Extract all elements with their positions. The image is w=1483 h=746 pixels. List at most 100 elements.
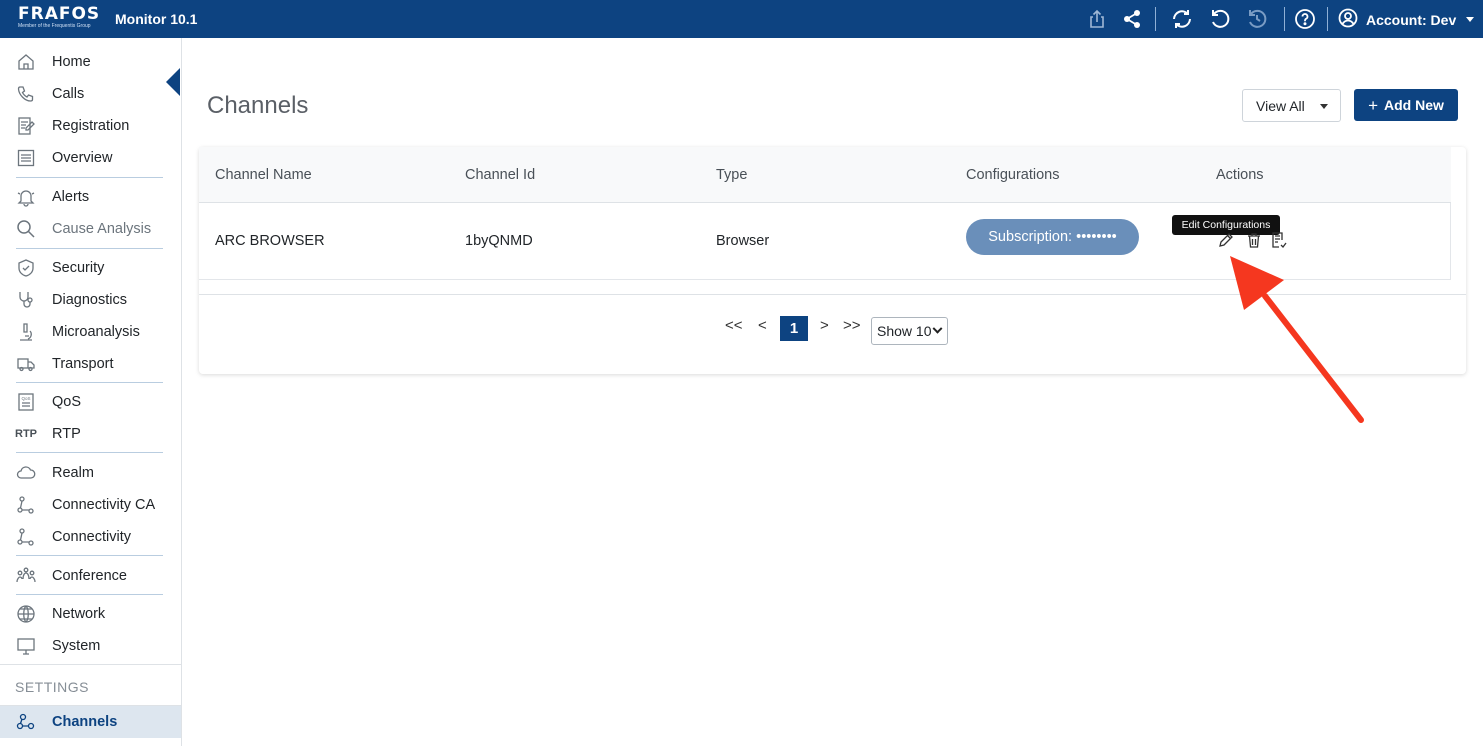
sidebar-item-qos[interactable]: QoS QoS bbox=[0, 386, 181, 418]
chevron-down-icon bbox=[1320, 104, 1328, 109]
checklist-icon[interactable] bbox=[1270, 231, 1288, 249]
sidebar-divider bbox=[16, 177, 163, 178]
sidebar-item-channels[interactable]: Channels bbox=[0, 706, 181, 738]
toolbar-divider bbox=[1327, 7, 1328, 31]
globe-icon bbox=[0, 604, 52, 624]
pager-current-page[interactable]: 1 bbox=[780, 316, 808, 341]
view-all-label: View All bbox=[1256, 97, 1305, 114]
sidebar-item-connectivity-ca[interactable]: Connectivity CA bbox=[0, 489, 181, 521]
help-icon[interactable] bbox=[1294, 8, 1316, 30]
column-header[interactable]: Configurations bbox=[966, 167, 1060, 183]
pager-next[interactable]: > bbox=[820, 317, 829, 334]
sidebar-item-label: QoS bbox=[52, 394, 82, 410]
chevron-down-icon bbox=[1466, 17, 1475, 22]
rtp-icon-text: RTP bbox=[15, 428, 37, 440]
sidebar-item-cause-analysis[interactable]: Cause Analysis bbox=[0, 213, 181, 245]
logo-text: FRAFOS bbox=[18, 4, 101, 24]
phone-icon bbox=[0, 84, 52, 104]
sidebar-item-label: Alerts bbox=[52, 189, 90, 205]
sidebar-item-security[interactable]: Security bbox=[0, 252, 181, 284]
channel-id-cell: 1byQNMD bbox=[465, 233, 533, 249]
sidebar: Home Calls Registration Overview Alerts … bbox=[0, 38, 182, 746]
pager-first[interactable]: << bbox=[725, 317, 743, 334]
export-icon[interactable] bbox=[1086, 8, 1108, 30]
sidebar-divider bbox=[16, 594, 163, 595]
sidebar-item-transport[interactable]: Transport bbox=[0, 348, 181, 380]
sidebar-item-system[interactable]: System bbox=[0, 630, 181, 662]
sidebar-item-label: Home bbox=[52, 54, 91, 70]
page-size-select[interactable]: Show 10 bbox=[871, 317, 948, 345]
refresh-icon[interactable] bbox=[1209, 8, 1231, 30]
sidebar-item-label: Network bbox=[52, 606, 106, 622]
sidebar-item-label: Channels bbox=[52, 714, 118, 730]
sidebar-item-label: RTP bbox=[52, 426, 81, 442]
pager-prev[interactable]: < bbox=[758, 317, 767, 334]
sidebar-item-label: Diagnostics bbox=[52, 292, 127, 308]
rtp-icon: RTP bbox=[0, 428, 52, 440]
card-footer-divider bbox=[199, 294, 1466, 295]
channel-name-cell: ARC BROWSER bbox=[215, 233, 325, 249]
sidebar-item-label: Realm bbox=[52, 465, 94, 481]
chevron-down-icon bbox=[932, 323, 943, 334]
logo-subtext: Member of the Frequentis Group bbox=[18, 23, 91, 29]
sidebar-item-label: Registration bbox=[52, 118, 130, 134]
sidebar-item-connectivity[interactable]: Connectivity bbox=[0, 521, 181, 553]
sidebar-item-home[interactable]: Home bbox=[0, 46, 181, 78]
add-new-label: Add New bbox=[1384, 97, 1444, 113]
sidebar-item-alerts[interactable]: Alerts bbox=[0, 181, 181, 213]
account-label: Account: Dev bbox=[1366, 11, 1457, 28]
sidebar-collapse-toggle[interactable] bbox=[166, 68, 180, 96]
channels-card: Channel Name Channel Id Type Configurati… bbox=[199, 147, 1466, 374]
cloud-icon bbox=[0, 463, 52, 483]
svg-text:QoS: QoS bbox=[21, 396, 30, 401]
monitor-icon bbox=[0, 636, 52, 656]
sidebar-item-diagnostics[interactable]: Diagnostics bbox=[0, 284, 181, 316]
sidebar-item-label: System bbox=[52, 638, 101, 654]
column-header[interactable]: Channel Id bbox=[465, 167, 535, 183]
sidebar-item-network[interactable]: Network bbox=[0, 598, 181, 630]
configuration-pill[interactable]: Subscription: •••••••• bbox=[966, 219, 1139, 255]
sync-icon[interactable] bbox=[1171, 8, 1193, 30]
column-header[interactable]: Type bbox=[716, 167, 747, 183]
channels-table: Channel Name Channel Id Type Configurati… bbox=[199, 147, 1451, 280]
qos-icon: QoS bbox=[0, 392, 52, 412]
connectivity-icon bbox=[0, 495, 52, 515]
column-header[interactable]: Channel Name bbox=[215, 167, 312, 183]
table-header: Channel Name Channel Id Type Configurati… bbox=[199, 147, 1451, 203]
sidebar-divider bbox=[16, 555, 163, 556]
share-icon[interactable] bbox=[1121, 8, 1143, 30]
channel-type-cell: Browser bbox=[716, 233, 770, 249]
user-circle-icon bbox=[1338, 8, 1358, 31]
sidebar-item-label: Security bbox=[52, 260, 105, 276]
trash-icon[interactable] bbox=[1245, 231, 1263, 249]
sidebar-item-calls[interactable]: Calls bbox=[0, 78, 181, 110]
account-menu[interactable]: Account: Dev bbox=[1338, 8, 1475, 31]
sidebar-item-label: Conference bbox=[52, 568, 127, 584]
sidebar-divider bbox=[16, 452, 163, 453]
view-all-dropdown[interactable]: View All bbox=[1242, 89, 1341, 122]
pager-last[interactable]: >> bbox=[843, 317, 861, 334]
sidebar-item-label: Connectivity bbox=[52, 529, 131, 545]
sidebar-item-registration[interactable]: Registration bbox=[0, 110, 181, 142]
sidebar-item-label: Overview bbox=[52, 150, 113, 166]
add-new-button[interactable]: + Add New bbox=[1354, 89, 1458, 121]
sidebar-item-label: Microanalysis bbox=[52, 324, 140, 340]
history-icon[interactable] bbox=[1246, 8, 1268, 30]
people-icon bbox=[0, 566, 52, 586]
frafos-logo[interactable]: FRAFOS Member of the Frequentis Group bbox=[18, 5, 100, 29]
bell-icon bbox=[0, 187, 52, 207]
pencil-icon[interactable] bbox=[1217, 231, 1235, 249]
sidebar-divider bbox=[16, 382, 163, 383]
sidebar-item-label: Calls bbox=[52, 86, 85, 102]
shield-icon bbox=[0, 258, 52, 278]
channels-icon bbox=[0, 712, 52, 732]
page-title: Channels bbox=[207, 92, 309, 119]
sidebar-item-rtp[interactable]: RTP RTP bbox=[0, 418, 181, 450]
sidebar-item-realm[interactable]: Realm bbox=[0, 457, 181, 489]
sidebar-item-label: Connectivity CA bbox=[52, 497, 156, 513]
sidebar-item-conference[interactable]: Conference bbox=[0, 560, 181, 592]
connectivity-icon bbox=[0, 527, 52, 547]
sidebar-item-overview[interactable]: Overview bbox=[0, 142, 181, 174]
search-icon bbox=[0, 219, 52, 239]
sidebar-item-microanalysis[interactable]: Microanalysis bbox=[0, 316, 181, 348]
